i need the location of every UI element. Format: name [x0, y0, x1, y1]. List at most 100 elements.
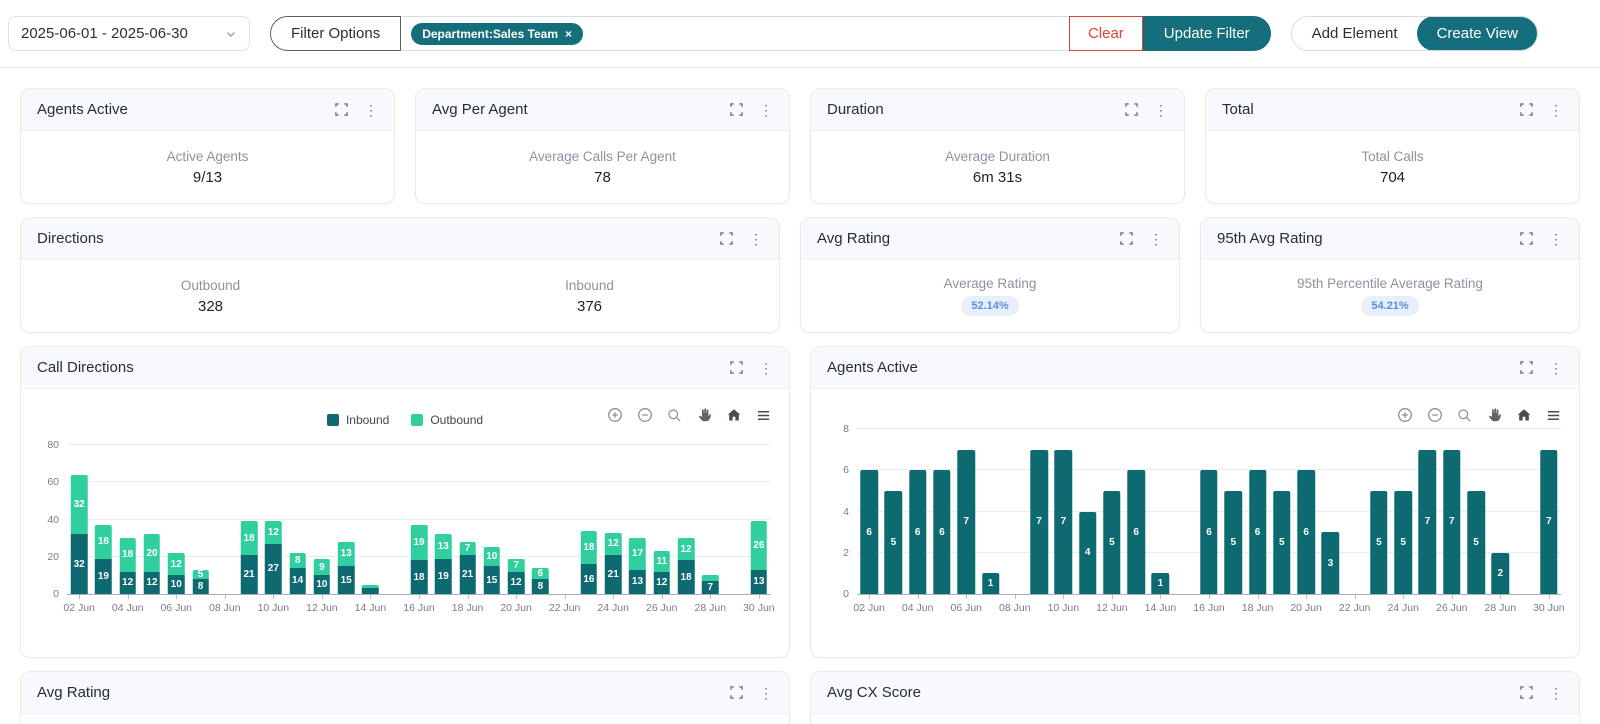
bar-segment: 6 — [532, 568, 549, 579]
stat-card-row: Agents Active ⋮ Active Agents 9/13 Avg P… — [20, 88, 1580, 204]
bar-value-label: 6 — [1206, 527, 1212, 538]
zoom-in-icon[interactable] — [607, 407, 623, 423]
inbound-stat: Inbound 376 — [400, 260, 779, 332]
bar-segment: 1 — [1152, 573, 1169, 594]
bar-segment: 17 — [629, 538, 646, 570]
fullscreen-icon[interactable] — [1520, 232, 1533, 245]
date-range-select[interactable]: 2025-06-01 - 2025-06-30 — [8, 16, 250, 51]
create-view-button[interactable]: Create View — [1417, 16, 1538, 51]
x-tick-mark — [370, 595, 371, 599]
x-tick-label: 26 Jun — [1436, 602, 1468, 614]
bar-segment: 11 — [654, 551, 671, 571]
bar-segment: 5 — [1225, 491, 1242, 594]
card-directions: Directions ⋮ Outbound 328 Inbound 376 — [20, 217, 780, 333]
bar-value-label: 3 — [1328, 558, 1334, 569]
zoom-out-icon[interactable] — [637, 407, 653, 423]
card-header: Agents Active ⋮ — [21, 89, 394, 131]
x-tick-label: 02 Jun — [63, 602, 95, 614]
x-tick-mark — [565, 595, 566, 599]
x-tick-label: 20 Jun — [1290, 602, 1322, 614]
bar-segment: 18 — [678, 560, 695, 594]
zoom-in-icon[interactable] — [1397, 407, 1413, 423]
secondary-card-row: Directions ⋮ Outbound 328 Inbound 376 A — [20, 217, 1580, 333]
bar-segment: 32 — [71, 475, 88, 535]
filter-tags-area[interactable]: Department:Sales Team × — [401, 16, 1069, 51]
card-title: 95th Avg Rating — [1217, 230, 1323, 247]
kebab-menu-icon[interactable]: ⋮ — [1154, 103, 1168, 117]
stat-value: 328 — [198, 298, 223, 315]
rating-badge: 54.21% — [1361, 296, 1418, 316]
home-icon[interactable] — [726, 407, 742, 423]
bar-value-label: 5 — [1473, 537, 1479, 548]
kebab-menu-icon[interactable]: ⋮ — [759, 361, 773, 375]
add-element-button[interactable]: Add Element — [1292, 17, 1418, 50]
x-tick-label: 28 Jun — [695, 602, 727, 614]
kebab-menu-icon[interactable]: ⋮ — [759, 103, 773, 117]
card-title: Total — [1222, 101, 1254, 118]
bar-segment: 12 — [265, 521, 282, 543]
menu-icon[interactable] — [756, 407, 771, 423]
kebab-menu-icon[interactable]: ⋮ — [1549, 103, 1563, 117]
bar-value-label: 4 — [1085, 547, 1091, 558]
kebab-menu-icon[interactable]: ⋮ — [364, 103, 378, 117]
fullscreen-icon[interactable] — [1520, 103, 1533, 116]
y-tick-label: 20 — [29, 551, 59, 563]
update-filter-button[interactable]: Update Filter — [1143, 16, 1271, 51]
stat-label: Inbound — [565, 278, 614, 293]
x-tick-label: 24 Jun — [597, 602, 629, 614]
gridline — [67, 481, 771, 482]
filter-options-button[interactable]: Filter Options — [270, 16, 401, 51]
y-tick-label: 4 — [819, 506, 849, 518]
fullscreen-icon[interactable] — [1125, 103, 1138, 116]
bar-value-label: 10 — [486, 551, 497, 562]
box-zoom-icon[interactable] — [1457, 407, 1472, 423]
bar-segment: 18 — [411, 560, 428, 594]
kebab-menu-icon[interactable]: ⋮ — [759, 686, 773, 700]
bar-segment: 3 — [1322, 532, 1339, 594]
remove-tag-icon[interactable]: × — [565, 28, 572, 40]
pan-icon[interactable] — [696, 407, 712, 423]
fullscreen-icon[interactable] — [1120, 232, 1133, 245]
card-title: Directions — [37, 230, 104, 247]
bar-value-label: 13 — [438, 541, 449, 552]
pan-icon[interactable] — [1486, 407, 1502, 423]
fullscreen-icon[interactable] — [730, 103, 743, 116]
stat-label: Average Calls Per Agent — [529, 149, 676, 164]
fullscreen-icon[interactable] — [1520, 686, 1533, 699]
fullscreen-icon[interactable] — [730, 686, 743, 699]
fullscreen-icon[interactable] — [730, 361, 743, 374]
x-tick-mark — [1258, 595, 1259, 599]
bar-segment: 18 — [119, 538, 136, 572]
kebab-menu-icon[interactable]: ⋮ — [1549, 361, 1563, 375]
fullscreen-icon[interactable] — [720, 232, 733, 245]
kebab-menu-icon[interactable]: ⋮ — [1149, 232, 1163, 246]
bar-value-label: 21 — [462, 569, 473, 580]
bar-value-label: 9 — [319, 562, 325, 573]
kebab-menu-icon[interactable]: ⋮ — [749, 232, 763, 246]
card-header: Duration ⋮ — [811, 89, 1184, 131]
kebab-menu-icon[interactable]: ⋮ — [1549, 232, 1563, 246]
zoom-out-icon[interactable] — [1427, 407, 1443, 423]
bar-segment: 13 — [435, 534, 452, 558]
bar-segment: 10 — [314, 575, 331, 594]
fullscreen-icon[interactable] — [335, 103, 348, 116]
fullscreen-icon[interactable] — [1520, 361, 1533, 374]
agents-active-chart: 024686566717745616565635577527 02 Jun04 … — [811, 389, 1579, 657]
bar-value-label: 1 — [988, 578, 994, 589]
x-axis: 02 Jun04 Jun06 Jun08 Jun10 Jun12 Jun14 J… — [857, 595, 1561, 617]
clear-button[interactable]: Clear — [1069, 16, 1143, 51]
bar-value-label: 12 — [268, 527, 279, 538]
home-icon[interactable] — [1516, 407, 1532, 423]
card-header: 95th Avg Rating ⋮ — [1201, 218, 1579, 260]
bar-segment: 21 — [605, 555, 622, 594]
x-tick-mark — [1015, 595, 1016, 599]
x-tick-label: 20 Jun — [500, 602, 532, 614]
box-zoom-icon[interactable] — [667, 407, 682, 423]
x-tick-mark — [1160, 595, 1161, 599]
menu-icon[interactable] — [1546, 407, 1561, 423]
bar-value-label: 27 — [268, 563, 279, 574]
legend-item-inbound[interactable]: Inbound — [327, 413, 389, 427]
filter-bar: Filter Options Department:Sales Team × C… — [270, 16, 1271, 51]
legend-item-outbound[interactable]: Outbound — [411, 413, 483, 427]
kebab-menu-icon[interactable]: ⋮ — [1549, 686, 1563, 700]
